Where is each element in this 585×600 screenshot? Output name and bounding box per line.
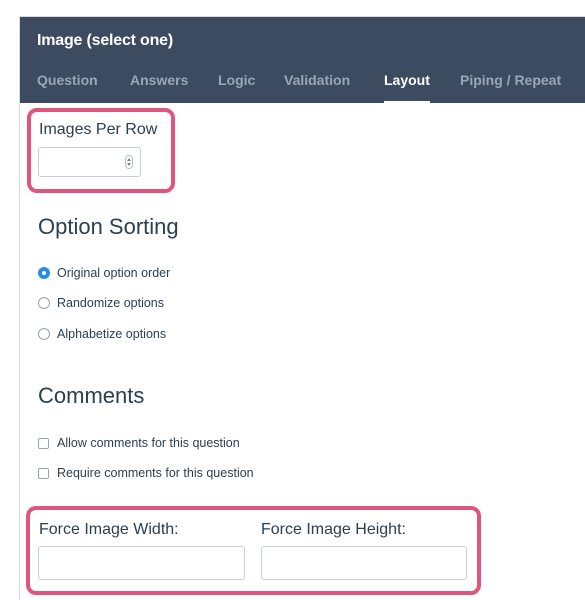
tab-layout[interactable]: Layout bbox=[384, 72, 430, 103]
radio-unselected-icon[interactable] bbox=[38, 328, 50, 340]
editor-header: Image (select one) Question Answers Logi… bbox=[20, 17, 585, 103]
images-per-row-label: Images Per Row bbox=[39, 121, 158, 138]
option-sorting-title: Option Sorting bbox=[38, 214, 179, 239]
checkbox-label: Allow comments for this question bbox=[57, 436, 240, 450]
radio-original-option-order[interactable]: Original option order bbox=[38, 265, 170, 281]
checkbox-icon[interactable] bbox=[38, 437, 49, 449]
radio-selected-icon[interactable] bbox=[38, 267, 50, 279]
tab-logic[interactable]: Logic bbox=[218, 72, 255, 88]
number-stepper-icon[interactable] bbox=[125, 155, 133, 169]
force-image-height-input[interactable] bbox=[261, 546, 467, 580]
editor-tabs: Question Answers Logic Validation Layout… bbox=[20, 72, 585, 103]
radio-unselected-icon[interactable] bbox=[38, 297, 50, 309]
question-type-title: Image (select one) bbox=[37, 32, 174, 49]
checkbox-icon[interactable] bbox=[38, 467, 49, 479]
tab-validation[interactable]: Validation bbox=[284, 72, 350, 88]
tab-piping-repeat[interactable]: Piping / Repeat bbox=[460, 72, 561, 88]
tab-answers[interactable]: Answers bbox=[130, 72, 188, 88]
checkbox-label: Require comments for this question bbox=[57, 466, 254, 480]
tab-question[interactable]: Question bbox=[37, 72, 98, 88]
radio-alphabetize-options[interactable]: Alphabetize options bbox=[38, 326, 166, 342]
radio-label: Randomize options bbox=[57, 296, 165, 310]
comments-title: Comments bbox=[38, 383, 145, 408]
checkbox-allow-comments[interactable]: Allow comments for this question bbox=[38, 435, 240, 451]
checkbox-require-comments[interactable]: Require comments for this question bbox=[38, 465, 254, 481]
radio-label: Original option order bbox=[57, 266, 171, 280]
radio-randomize-options[interactable]: Randomize options bbox=[38, 295, 164, 311]
force-image-height-label: Force Image Height: bbox=[261, 521, 406, 538]
radio-label: Alphabetize options bbox=[57, 327, 167, 341]
force-image-width-label: Force Image Width: bbox=[39, 521, 179, 538]
images-per-row-field bbox=[38, 147, 141, 177]
force-image-width-input[interactable] bbox=[38, 546, 245, 580]
